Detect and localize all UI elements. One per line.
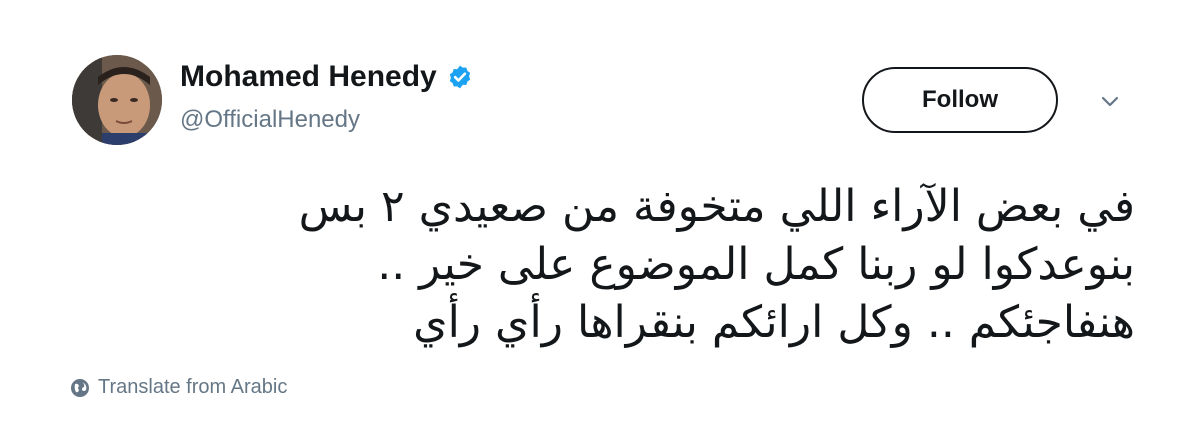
tweet-text: في بعض الآراء اللي متخوفة من صعيدي ٢ بس … xyxy=(298,181,1135,348)
follow-button[interactable]: Follow xyxy=(862,67,1058,133)
globe-icon xyxy=(71,378,89,397)
verified-badge-icon xyxy=(449,65,470,89)
user-handle[interactable]: @OfficialHenedy xyxy=(180,106,360,134)
avatar[interactable] xyxy=(72,55,162,145)
translate-link[interactable]: Translate from Arabic xyxy=(70,376,287,399)
avatar-image xyxy=(72,55,162,145)
display-name-row[interactable]: Mohamed Henedy xyxy=(180,60,473,94)
chevron-down-icon[interactable] xyxy=(1098,94,1122,110)
tweet-card: Mohamed Henedy @OfficialHenedy Follow في… xyxy=(0,0,1200,424)
translate-label[interactable]: Translate from Arabic xyxy=(98,376,287,399)
display-name[interactable]: Mohamed Henedy xyxy=(180,60,437,94)
